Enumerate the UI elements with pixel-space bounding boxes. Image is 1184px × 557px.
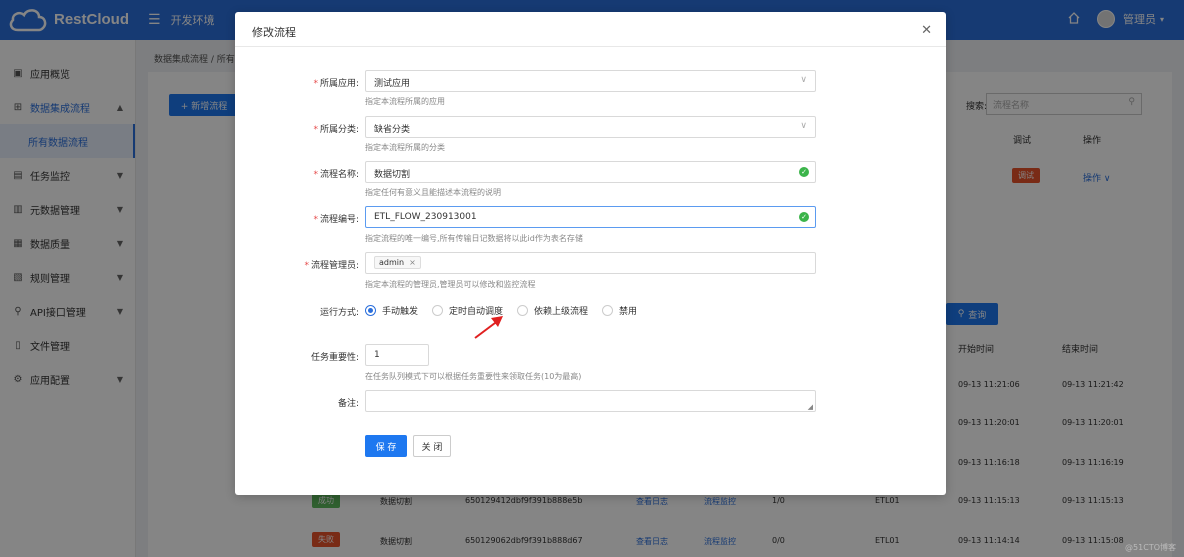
field-label-text: 流程管理员: <box>310 261 359 271</box>
divider <box>235 46 946 47</box>
category-value: 缺省分类 <box>374 125 411 135</box>
run-mode-radio-group: 手动触发 定时自动调度 依赖上级流程 禁用 <box>365 304 651 317</box>
app-value: 测试应用 <box>374 79 411 89</box>
remark-textarea[interactable]: ◢ <box>365 390 816 412</box>
check-icon: ✓ <box>799 167 809 177</box>
manager-label: * 流程管理员: <box>304 261 359 271</box>
category-hint: 指定本流程所属的分类 <box>365 143 445 152</box>
radio-label: 依赖上级流程 <box>534 307 589 317</box>
remove-icon[interactable]: × <box>409 258 416 267</box>
close-button[interactable]: 关 闭 <box>413 435 451 457</box>
radio-dependent[interactable]: 依赖上级流程 <box>517 304 588 317</box>
field-label-text: 流程编号: <box>319 215 359 225</box>
radio-manual[interactable]: 手动触发 <box>365 304 418 317</box>
radio-disabled[interactable]: 禁用 <box>602 304 637 317</box>
radio-label: 手动触发 <box>382 307 419 317</box>
priority-hint: 在任务队列模式下可以根据任务重要性来领取任务(10为最高) <box>365 372 582 381</box>
chevron-down-icon: ∨ <box>800 75 807 85</box>
flow-name-value: 数据切割 <box>374 170 411 180</box>
priority-value: 1 <box>374 350 380 360</box>
manager-chip: admin × <box>374 256 421 269</box>
field-label-text: 所属应用: <box>319 79 359 89</box>
priority-label: 任务重要性: <box>310 353 359 363</box>
app-hint: 指定本流程所属的应用 <box>365 97 445 106</box>
radio-dot[interactable] <box>517 305 529 316</box>
radio-label: 禁用 <box>619 307 638 317</box>
flow-code-input[interactable]: ETL_FLOW_230913001 ✓ <box>365 206 816 228</box>
chip-label: admin <box>379 258 405 267</box>
chevron-down-icon: ∨ <box>800 121 807 131</box>
flow-code-value: ETL_FLOW_230913001 <box>374 212 477 222</box>
radio-dot[interactable] <box>365 305 376 316</box>
field-label-text: 所属分类: <box>319 125 359 135</box>
check-icon: ✓ <box>799 212 809 222</box>
run-mode-label: 运行方式: <box>319 308 359 318</box>
radio-dot[interactable] <box>602 305 614 316</box>
manager-hint: 指定本流程的管理员,管理员可以修改和监控流程 <box>365 280 536 289</box>
edit-flow-dialog: 修改流程 ✕ * 所属应用: 测试应用 ∨ 指定本流程所属的应用 * 所属分类: 缺省… <box>235 12 946 495</box>
flow-code-hint: 指定流程的唯一编号,所有传输日记数据将以此id作为表名存储 <box>365 234 583 243</box>
save-button[interactable]: 保 存 <box>365 435 407 457</box>
close-icon[interactable]: ✕ <box>921 23 932 38</box>
watermark: @51CTO博客 <box>1125 543 1176 552</box>
radio-dot[interactable] <box>432 305 444 316</box>
category-label: * 所属分类: <box>313 125 359 135</box>
priority-input[interactable]: 1 <box>365 344 429 366</box>
flow-name-label: * 流程名称: <box>313 170 359 180</box>
resize-handle-icon[interactable]: ◢ <box>808 403 813 411</box>
flow-name-input[interactable]: 数据切割 ✓ <box>365 161 816 183</box>
app-select[interactable]: 测试应用 ∨ <box>365 70 816 92</box>
app-label: * 所属应用: <box>313 79 359 89</box>
flow-name-hint: 指定任何有意义且能描述本流程的说明 <box>365 188 501 197</box>
flow-code-label: * 流程编号: <box>313 215 359 225</box>
remark-label: 备注: <box>337 399 359 409</box>
manager-select[interactable]: admin × <box>365 252 816 274</box>
field-label-text: 流程名称: <box>319 170 359 180</box>
red-arrow-annotation <box>474 316 503 339</box>
dialog-title: 修改流程 <box>252 26 296 39</box>
category-select[interactable]: 缺省分类 ∨ <box>365 116 816 138</box>
